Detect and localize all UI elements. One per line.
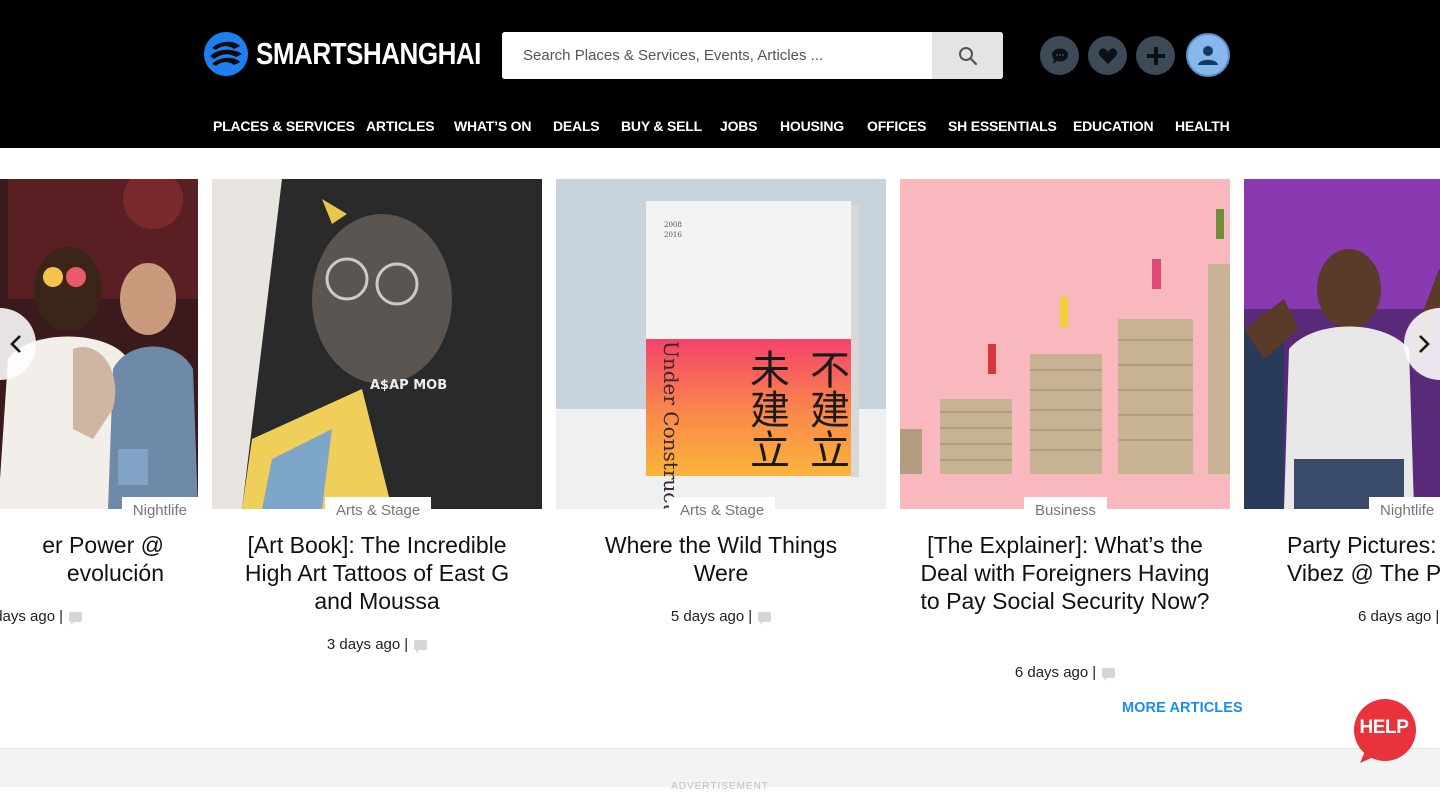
- add-button[interactable]: [1136, 36, 1175, 75]
- logo-text: SMARTSHANGHAI: [256, 36, 481, 71]
- user-icon: [1198, 46, 1218, 65]
- meta-separator: |: [59, 608, 63, 625]
- comment-icon[interactable]: [1102, 668, 1116, 682]
- search-input[interactable]: [502, 32, 932, 79]
- article-title[interactable]: [The Explainer]: What’s the Deal with Fo…: [900, 531, 1230, 615]
- book-cjk-title-2: 未建立: [743, 349, 789, 469]
- article-time: 5 days ago: [670, 608, 745, 625]
- help-button[interactable]: HELP: [1352, 699, 1418, 765]
- book-year-end: 2016: [664, 231, 682, 239]
- meta-separator: |: [748, 608, 753, 625]
- search-icon: [958, 46, 977, 65]
- comment-icon[interactable]: [758, 612, 772, 626]
- search-bar: [502, 32, 1003, 79]
- article-meta: 5 days ago |: [556, 608, 886, 626]
- account-button[interactable]: [1186, 33, 1230, 77]
- meta-separator: |: [404, 636, 409, 653]
- article-time: 3 days ago: [326, 636, 401, 653]
- article-image[interactable]: 2008 2016 Under Construction 不建立 未建立: [556, 179, 886, 509]
- nav-health[interactable]: HEALTH: [1175, 118, 1230, 134]
- article-meta: 6 days ago |: [900, 664, 1230, 682]
- nav-education[interactable]: EDUCATION: [1073, 118, 1154, 134]
- nav-articles[interactable]: ARTICLES: [366, 118, 435, 134]
- nav-buy-sell[interactable]: BUY & SELL: [621, 118, 702, 134]
- nav-sh-essentials[interactable]: SH ESSENTIALS: [948, 118, 1057, 134]
- plus-icon: [1146, 46, 1165, 65]
- chevron-left-icon: [10, 335, 21, 353]
- article-category[interactable]: Arts & Stage: [669, 497, 776, 525]
- nav-places-services[interactable]: PLACES & SERVICES: [213, 118, 355, 134]
- article-title[interactable]: Party Pictures: Vibez @ The Pe: [1244, 531, 1440, 587]
- heart-icon: [1098, 48, 1117, 64]
- book-year-start: 2008: [664, 221, 682, 229]
- meta-separator: |: [1435, 608, 1440, 625]
- help-label: HELP: [1359, 717, 1409, 738]
- article-category[interactable]: Nightlife: [121, 497, 198, 525]
- nav-whats-on[interactable]: WHAT’S ON: [454, 118, 531, 134]
- article-meta: days ago |: [0, 608, 82, 626]
- article-title[interactable]: Where the Wild Things Were: [556, 531, 886, 587]
- favorites-button[interactable]: [1088, 36, 1127, 75]
- tattoo-text: A$AP MOB: [370, 378, 447, 393]
- comment-icon[interactable]: [69, 612, 82, 626]
- article-title[interactable]: er Power @ evolución: [0, 531, 164, 587]
- article-category[interactable]: Nightlife: [1369, 497, 1440, 525]
- article-time: 6 days ago: [1358, 608, 1432, 625]
- articles-carousel: Nightlife er Power @ evolución days ago |…: [0, 148, 1440, 748]
- meta-separator: |: [1092, 664, 1097, 681]
- logo[interactable]: SMARTSHANGHAI: [204, 32, 524, 76]
- site-header: SMARTSHANGHAI Search Places & Services, …: [0, 0, 1440, 148]
- article-meta: 3 days ago |: [212, 636, 542, 654]
- logo-mark-icon: [204, 32, 248, 76]
- article-time: 6 days ago: [1014, 664, 1089, 681]
- book-spine-title: Under Construction: [659, 341, 683, 509]
- main-nav: PLACES & SERVICES ARTICLES WHAT’S ON DEA…: [0, 118, 1440, 138]
- more-articles-link[interactable]: MORE ARTICLES: [1122, 700, 1243, 716]
- nav-deals[interactable]: DEALS: [553, 118, 600, 134]
- article-time: days ago: [0, 608, 56, 625]
- article-meta: 6 days ago |: [1358, 608, 1440, 625]
- search-button[interactable]: [932, 32, 1003, 79]
- nav-offices[interactable]: OFFICES: [867, 118, 926, 134]
- article-image[interactable]: A$AP MOB: [212, 179, 542, 509]
- book-cjk-title-1: 不建立: [803, 349, 849, 469]
- comment-icon[interactable]: [414, 640, 428, 654]
- article-category[interactable]: Business: [1024, 497, 1107, 525]
- nav-jobs[interactable]: JOBS: [720, 118, 758, 134]
- messages-button[interactable]: [1040, 36, 1079, 75]
- nav-housing[interactable]: HOUSING: [780, 118, 844, 134]
- article-category[interactable]: Arts & Stage: [325, 497, 432, 525]
- chat-icon: [1051, 48, 1068, 64]
- article-image[interactable]: [900, 179, 1230, 509]
- chevron-right-icon: [1419, 335, 1430, 353]
- article-title[interactable]: [Art Book]: The Incredible High Art Tatt…: [212, 531, 542, 615]
